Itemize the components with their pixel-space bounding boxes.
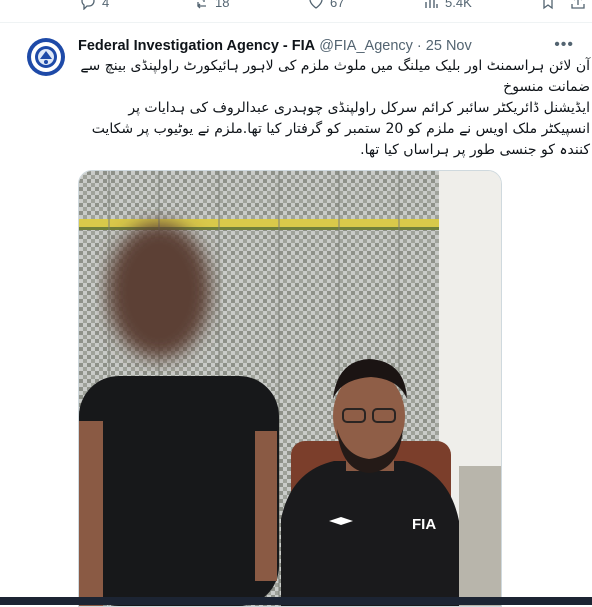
- taskbar: [0, 597, 592, 605]
- fia-logo-icon: [27, 38, 65, 76]
- share-icon: [571, 0, 585, 9]
- share-action[interactable]: [570, 0, 586, 10]
- like-icon: [309, 0, 323, 9]
- like-count: 67: [330, 0, 345, 10]
- avatar[interactable]: [26, 37, 66, 77]
- repost-action[interactable]: 18: [193, 0, 229, 10]
- bookmark-action[interactable]: [540, 0, 556, 10]
- shirt-logo-text: FIA: [412, 516, 436, 533]
- reply-icon: [81, 0, 95, 10]
- views-action[interactable]: 5.4K: [423, 0, 472, 10]
- tweet-photo[interactable]: FIA: [78, 170, 502, 607]
- tweet-text: آن لائن ہراسمنٹ اور بلیک میلنگ میں ملوث …: [78, 56, 590, 161]
- reply-action[interactable]: 4: [80, 0, 109, 10]
- tweet[interactable]: Federal Investigation Agency - FIA @FIA_…: [0, 23, 592, 607]
- tweet-text-line: ایڈیشنل ڈائریکٹر سائبر کرائم سرکل راولپن…: [91, 100, 590, 158]
- author-name[interactable]: Federal Investigation Agency - FIA: [78, 38, 315, 54]
- more-options-icon[interactable]: •••: [554, 36, 574, 54]
- repost-icon: [197, 0, 206, 9]
- previous-tweet-actions: 4 18 67 5.4K: [0, 0, 592, 23]
- views-icon: [425, 0, 438, 8]
- tweet-text-line: آن لائن ہراسمنٹ اور بلیک میلنگ میں ملوث …: [80, 58, 590, 95]
- like-action[interactable]: 67: [308, 0, 344, 10]
- photo-image: FIA: [79, 171, 501, 606]
- meta-separator: ·: [412, 38, 426, 54]
- reply-count: 4: [102, 0, 110, 10]
- tweet-header: Federal Investigation Agency - FIA @FIA_…: [78, 36, 578, 56]
- author-handle[interactable]: @FIA_Agency: [319, 38, 413, 54]
- bookmark-icon: [543, 0, 553, 10]
- views-count: 5.4K: [445, 0, 472, 10]
- tweet-date[interactable]: 25 Nov: [426, 38, 472, 54]
- repost-count: 18: [215, 0, 230, 10]
